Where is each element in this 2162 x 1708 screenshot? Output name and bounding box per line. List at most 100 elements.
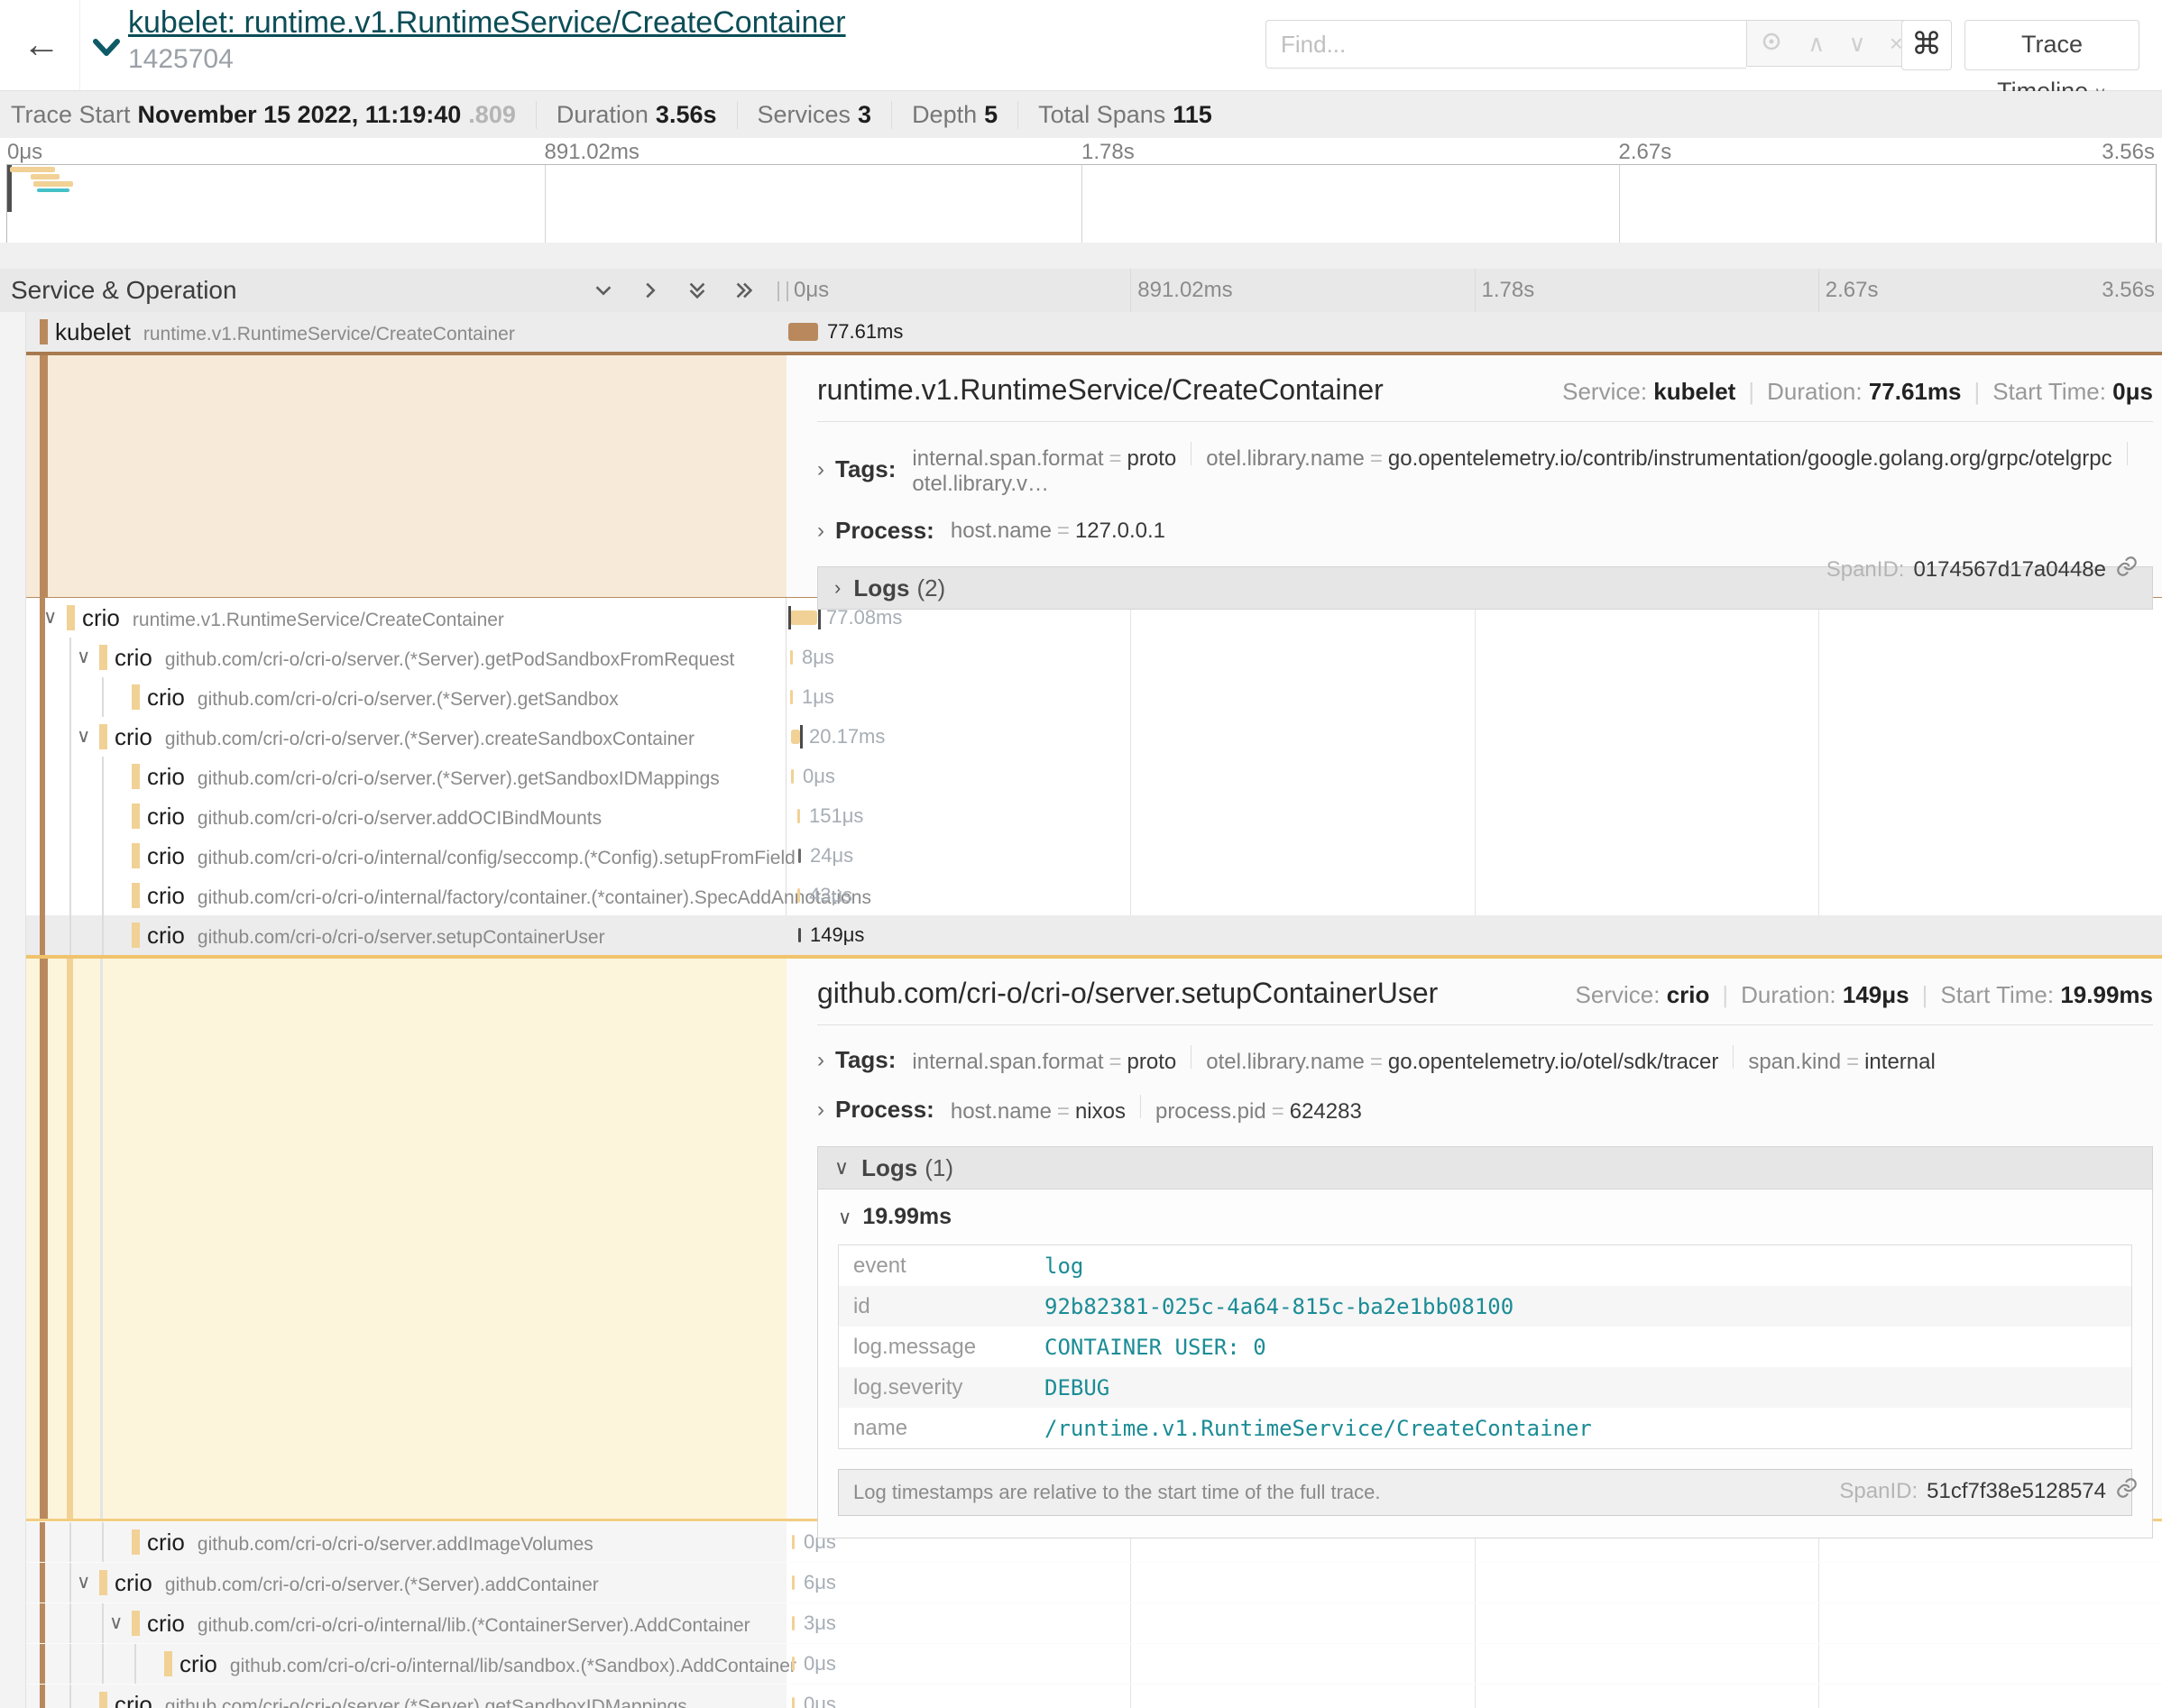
chevron-down-icon[interactable]: ∨	[109, 1613, 123, 1632]
service-name[interactable]: criogithub.com/cri-o/cri-o/internal/lib/…	[179, 1650, 796, 1678]
indent-guide	[69, 1685, 71, 1708]
service-name[interactable]: criogithub.com/cri-o/cri-o/server.(*Serv…	[115, 644, 734, 672]
span-detail-title: runtime.v1.RuntimeService/CreateContaine…	[817, 373, 1384, 407]
process-row[interactable]: › Process: host.name=127.0.0.1	[817, 517, 2153, 545]
timeline-tick-label: 2.67s	[1826, 278, 1879, 303]
span-bar[interactable]	[797, 809, 800, 823]
service-name[interactable]: criogithub.com/cri-o/cri-o/internal/lib.…	[147, 1610, 750, 1638]
expand-one-icon[interactable]	[639, 279, 662, 302]
span-row[interactable]: criogithub.com/cri-o/cri-o/server.setupC…	[0, 915, 2162, 955]
trace-minimap[interactable]	[6, 164, 2157, 243]
tag-kv: otel.library.name=go.opentelemetry.io/co…	[1206, 446, 2111, 471]
service-name[interactable]: criogithub.com/cri-o/cri-o/server.addIma…	[147, 1529, 593, 1556]
service-name[interactable]: criogithub.com/cri-o/cri-o/internal/conf…	[147, 842, 796, 870]
span-bar[interactable]	[792, 1616, 795, 1630]
trace-title-link[interactable]: kubelet: runtime.v1.RuntimeService/Creat…	[128, 5, 846, 41]
back-button[interactable]: ←	[16, 22, 67, 69]
service-name[interactable]: criogithub.com/cri-o/cri-o/server.(*Serv…	[115, 1691, 687, 1708]
keyboard-shortcuts-button[interactable]: ⌘	[1901, 20, 1952, 70]
service-name[interactable]: criogithub.com/cri-o/cri-o/server.(*Serv…	[147, 684, 619, 712]
span-row[interactable]: criogithub.com/cri-o/cri-o/server.(*Serv…	[0, 1684, 2162, 1708]
log-field-value: CONTAINER USER: 0	[1030, 1327, 2132, 1367]
minimap-tick-label: 0μs	[7, 140, 42, 165]
service-name[interactable]: criogithub.com/cri-o/cri-o/server.setupC…	[147, 922, 605, 950]
span-row[interactable]: ∨kubeletruntime.v1.RuntimeService/Create…	[0, 312, 2162, 352]
span-bar[interactable]	[792, 1657, 795, 1671]
expand-all-icon[interactable]	[732, 279, 756, 302]
trace-view-select[interactable]: Trace Timeline∨	[1964, 20, 2139, 70]
logs-accordion[interactable]: ∨ Logs(1)	[817, 1146, 2153, 1189]
span-duration: 6μs	[804, 1571, 836, 1594]
span-bar[interactable]	[792, 1697, 795, 1708]
rows-section-top: ∨kubeletruntime.v1.RuntimeService/Create…	[0, 312, 2162, 352]
span-bar[interactable]	[792, 1575, 795, 1590]
tags-row[interactable]: › Tags: internal.span.format=protootel.l…	[817, 1045, 2153, 1075]
span-row[interactable]: criogithub.com/cri-o/cri-o/internal/fact…	[0, 876, 2162, 915]
process-row[interactable]: › Process: host.name=nixosprocess.pid=62…	[817, 1095, 2153, 1125]
spanid-row: SpanID:51cf7f38e5128574	[1839, 1476, 2139, 1506]
operation-name: github.com/cri-o/cri-o/internal/lib.(*Co…	[198, 1615, 750, 1636]
service-name[interactable]: criogithub.com/cri-o/cri-o/server.(*Serv…	[147, 763, 720, 791]
ancestor-guide	[40, 1563, 45, 1602]
collapse-all-icon[interactable]	[685, 279, 709, 302]
log-entry-header[interactable]: ∨19.99ms	[838, 1204, 2132, 1230]
copy-link-icon[interactable]	[2115, 555, 2139, 584]
span-row[interactable]: criogithub.com/cri-o/cri-o/internal/conf…	[0, 836, 2162, 876]
span-bar[interactable]	[791, 769, 794, 784]
timeline-tick-label: 1.78s	[1482, 278, 1535, 303]
tags-row[interactable]: › Tags: internal.span.format=protootel.l…	[817, 442, 2153, 497]
chevron-down-icon[interactable]: ∨	[43, 608, 57, 627]
log-field-row: eventlog	[839, 1245, 2132, 1287]
span-bar[interactable]	[792, 1535, 795, 1549]
log-field-key: log.severity	[839, 1367, 1031, 1408]
service-name[interactable]: criogithub.com/cri-o/cri-o/server.addOCI…	[147, 803, 602, 831]
log-field-row: id92b82381-025c-4a64-815c-ba2e1bb08100	[839, 1286, 2132, 1327]
chevron-down-icon[interactable]: ∨	[77, 727, 90, 746]
span-bar[interactable]	[790, 690, 793, 704]
indent-guide	[69, 836, 71, 876]
span-row[interactable]: criogithub.com/cri-o/cri-o/server.(*Serv…	[0, 757, 2162, 796]
copy-link-icon[interactable]	[2115, 1476, 2139, 1506]
span-detail-setupcontaineruser: github.com/cri-o/cri-o/server.setupConta…	[0, 955, 2162, 1521]
span-bar[interactable]	[791, 730, 800, 744]
span-bar[interactable]	[798, 928, 801, 942]
span-bar[interactable]	[790, 650, 793, 665]
minimap-gridline	[1619, 165, 1620, 243]
tag-kv: internal.span.format=proto	[912, 1050, 1176, 1074]
service-color-bar	[132, 923, 140, 948]
collapse-trace-chevron-icon[interactable]	[88, 29, 124, 69]
collapse-one-icon[interactable]	[592, 279, 615, 302]
chevron-down-icon[interactable]: ∨	[77, 647, 90, 666]
service-name[interactable]: criogithub.com/cri-o/cri-o/server.(*Serv…	[115, 723, 695, 751]
span-bar[interactable]	[798, 849, 801, 863]
tag-kv: process.pid=624283	[1155, 1099, 1362, 1124]
span-row[interactable]: criogithub.com/cri-o/cri-o/server.(*Serv…	[0, 677, 2162, 717]
chevron-down-icon[interactable]: ∨	[77, 1573, 90, 1592]
service-name[interactable]: criogithub.com/cri-o/cri-o/internal/fact…	[147, 882, 871, 910]
service-name[interactable]: criogithub.com/cri-o/cri-o/server.(*Serv…	[115, 1569, 599, 1597]
crosshair-icon[interactable]	[1759, 29, 1784, 58]
span-duration: 151μs	[809, 804, 863, 828]
service-color-bar	[132, 684, 140, 710]
span-row[interactable]: ∨ criogithub.com/cri-o/cri-o/server.(*Ser…	[0, 717, 2162, 757]
operation-name: github.com/cri-o/cri-o/server.(*Server).…	[198, 689, 619, 710]
find-input[interactable]	[1265, 20, 1746, 69]
chevron-down-icon[interactable]: ∨	[1849, 32, 1866, 55]
span-bar[interactable]	[797, 888, 800, 903]
span-row[interactable]: criogithub.com/cri-o/cri-o/internal/lib/…	[0, 1643, 2162, 1684]
span-row[interactable]: ∨ criogithub.com/cri-o/cri-o/server.(*Ser…	[0, 1562, 2162, 1602]
service-name[interactable]: kubeletruntime.v1.RuntimeService/CreateC…	[55, 318, 515, 346]
span-detail-meta: Service: crio|Duration: 149μs|Start Time…	[1576, 981, 2153, 1009]
indent-guide	[102, 757, 104, 796]
span-bar[interactable]	[790, 611, 817, 625]
minimap-tick-label: 3.56s	[2102, 140, 2155, 165]
span-bar[interactable]	[788, 323, 818, 341]
log-field-value: 92b82381-025c-4a64-815c-ba2e1bb08100	[1030, 1286, 2132, 1327]
indent-guide	[134, 1644, 136, 1684]
span-row[interactable]: ∨ criogithub.com/cri-o/cri-o/server.(*Ser…	[0, 638, 2162, 677]
service-name[interactable]: crioruntime.v1.RuntimeService/CreateCont…	[82, 604, 504, 632]
minimap-span-bar	[10, 167, 55, 172]
chevron-up-icon[interactable]: ∧	[1808, 32, 1825, 55]
span-row[interactable]: criogithub.com/cri-o/cri-o/server.addOCI…	[0, 796, 2162, 836]
span-row[interactable]: ∨ criogithub.com/cri-o/cri-o/internal/lib…	[0, 1602, 2162, 1643]
